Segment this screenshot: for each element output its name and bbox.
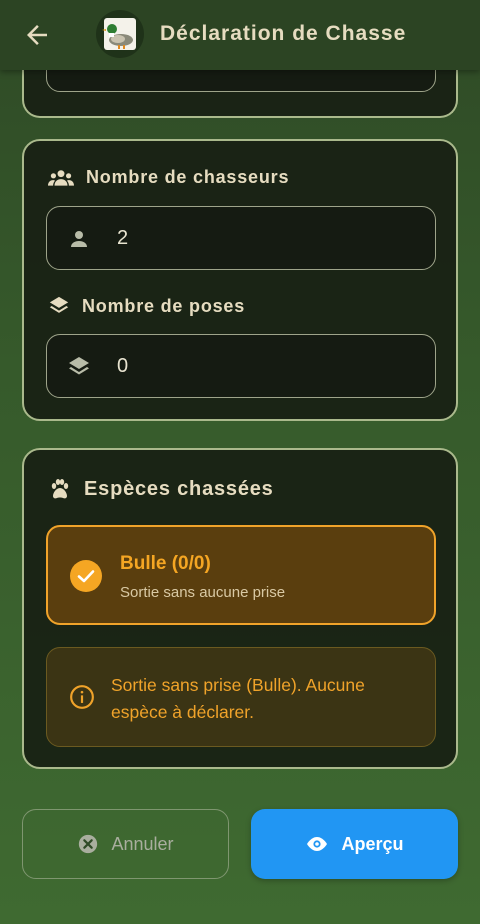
- page-title: Déclaration de Chasse: [160, 22, 407, 45]
- cancel-button[interactable]: Annuler: [22, 809, 229, 879]
- bulle-option[interactable]: Bulle (0/0) Sortie sans aucune prise: [46, 525, 436, 625]
- cancel-circle-icon: [79, 834, 98, 854]
- poses-input[interactable]: 0: [46, 334, 436, 398]
- hunters-input[interactable]: 2: [46, 206, 436, 270]
- check-circle-icon: [70, 560, 102, 592]
- counts-card: Nombre de chasseurs 2 Nombre de poses 0: [22, 139, 458, 421]
- poses-value: 0: [117, 355, 129, 377]
- paw-icon: [51, 479, 69, 499]
- info-banner: Sortie sans prise (Bulle). Aucune espèce…: [46, 647, 436, 747]
- layers-icon: [49, 296, 69, 313]
- arrow-left-icon: [27, 25, 47, 45]
- bulle-title: Bulle (0/0): [120, 553, 211, 574]
- bulle-subtitle: Sortie sans aucune prise: [120, 584, 286, 601]
- info-text: Sortie sans prise (Bulle). Aucune espèce…: [111, 675, 365, 722]
- group-icon: [48, 169, 74, 186]
- eye-icon: [307, 837, 328, 851]
- person-icon: [71, 231, 87, 247]
- preview-button[interactable]: Aperçu: [251, 809, 458, 879]
- app-bar: Déclaration de Chasse: [0, 0, 480, 70]
- info-icon: [70, 685, 94, 709]
- poses-label: Nombre de poses: [48, 295, 245, 317]
- species-title: Espèces chassées: [48, 477, 274, 501]
- duck-logo: [96, 10, 144, 58]
- hunters-value: 2: [117, 227, 129, 249]
- species-card: Espèces chassées Bulle (0/0) Sortie sans…: [22, 448, 458, 769]
- layers-icon: [69, 357, 89, 375]
- back-button[interactable]: [22, 20, 52, 50]
- hunters-label: Nombre de chasseurs: [48, 167, 289, 188]
